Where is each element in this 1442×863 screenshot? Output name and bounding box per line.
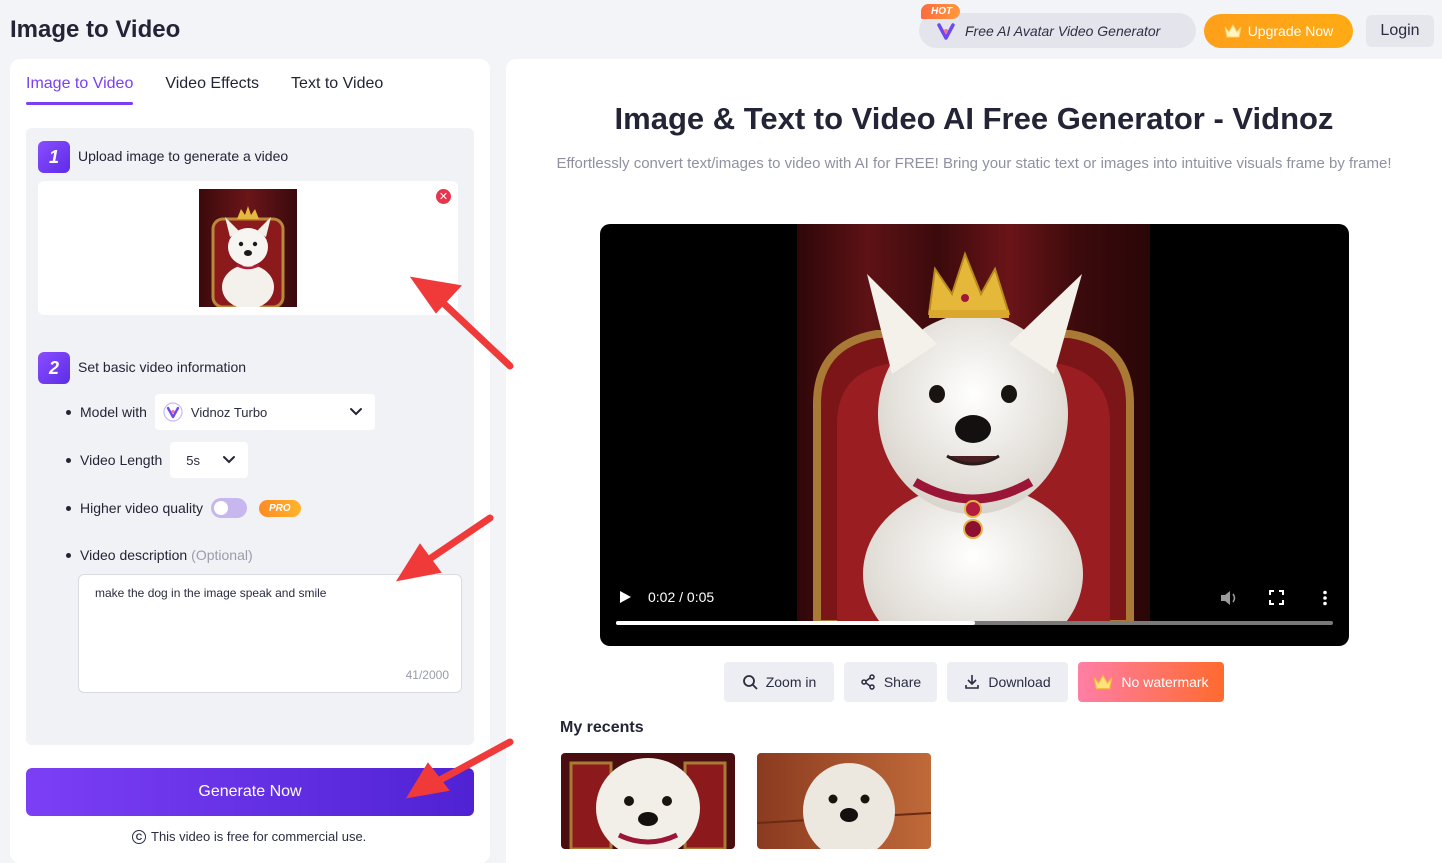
recent-video-thumbnail[interactable] xyxy=(561,753,735,849)
video-progress-fill xyxy=(616,621,975,625)
bullet xyxy=(66,505,71,511)
tab-image-to-video[interactable]: Image to Video xyxy=(26,75,134,105)
tab-video-effects[interactable]: Video Effects xyxy=(165,75,259,105)
no-watermark-label: No watermark xyxy=(1121,674,1209,690)
model-value: Vidnoz Turbo xyxy=(190,404,268,420)
bullet xyxy=(66,552,71,558)
higher-quality-toggle[interactable] xyxy=(210,498,247,518)
vidnoz-logo-icon xyxy=(936,20,956,41)
fullscreen-icon[interactable] xyxy=(1269,590,1284,605)
video-length-row: Video Length 5s xyxy=(66,442,249,478)
video-actions: Zoom in Share Download No watermark xyxy=(724,662,1224,702)
uploaded-image-thumbnail xyxy=(199,189,297,307)
tab-text-to-video[interactable]: Text to Video xyxy=(291,75,383,105)
video-time: 0:02 / 0:05 xyxy=(648,589,715,605)
more-options-icon[interactable] xyxy=(1320,590,1330,606)
share-icon xyxy=(861,674,875,690)
zoom-in-label: Zoom in xyxy=(765,674,817,690)
remove-image-icon[interactable]: ✕ xyxy=(436,189,451,204)
commercial-use-note: C This video is free for commercial use. xyxy=(132,829,366,844)
upload-area[interactable]: ✕ xyxy=(38,181,458,315)
mode-tabs: Image to Video Video Effects Text to Vid… xyxy=(26,75,383,105)
search-icon xyxy=(742,675,758,690)
crown-icon xyxy=(1224,24,1242,38)
volume-icon[interactable] xyxy=(1220,590,1238,606)
recent-video-thumbnail[interactable] xyxy=(757,753,931,849)
settings-box: 1 Upload image to generate a video ✕ 2 S… xyxy=(26,128,474,745)
step-1-label: Upload image to generate a video xyxy=(78,148,289,164)
share-label: Share xyxy=(883,674,922,690)
higher-quality-row: Higher video quality PRO xyxy=(66,498,301,518)
upgrade-now-label: Upgrade Now xyxy=(1247,23,1334,39)
page-title: Image & Text to Video AI Free Generator … xyxy=(614,101,1334,136)
hot-badge: HOT xyxy=(921,4,961,19)
video-length-label: Video Length xyxy=(80,452,163,468)
video-length-select[interactable]: 5s xyxy=(170,442,249,478)
description-row: Video description (Optional) xyxy=(66,547,253,563)
chevron-down-icon xyxy=(349,408,362,416)
generate-now-button[interactable]: Generate Now xyxy=(26,768,474,816)
video-length-value: 5s xyxy=(186,452,200,468)
play-icon[interactable] xyxy=(618,590,632,604)
download-button[interactable]: Download xyxy=(947,662,1068,702)
model-select[interactable]: Vidnoz Turbo xyxy=(154,394,375,430)
left-panel: Image to Video Video Effects Text to Vid… xyxy=(10,59,490,863)
step-1-number: 1 xyxy=(38,141,70,173)
toggle-knob xyxy=(213,501,228,515)
upgrade-now-button[interactable]: Upgrade Now xyxy=(1204,14,1353,48)
higher-quality-label: Higher video quality xyxy=(80,500,203,516)
vidnoz-model-icon xyxy=(163,402,183,422)
download-label: Download xyxy=(988,674,1051,690)
share-button[interactable]: Share xyxy=(844,662,937,702)
video-progress-bar[interactable] xyxy=(616,621,1333,625)
step-2-number: 2 xyxy=(38,352,70,384)
download-icon xyxy=(965,675,980,689)
crown-icon xyxy=(1093,674,1113,690)
bullet xyxy=(66,457,71,463)
zoom-in-button[interactable]: Zoom in xyxy=(724,662,834,702)
step-2-label: Set basic video information xyxy=(78,359,247,375)
video-frame xyxy=(797,224,1150,624)
app-title: Image to Video xyxy=(10,16,181,43)
description-label: Video description xyxy=(80,547,188,563)
model-row: Model with Vidnoz Turbo xyxy=(66,394,375,430)
copyright-icon: C xyxy=(132,829,146,844)
chevron-down-icon xyxy=(223,456,236,464)
description-text: make the dog in the image speak and smil… xyxy=(95,586,327,600)
avatar-generator-label: Free AI Avatar Video Generator xyxy=(965,22,1161,39)
description-textarea[interactable]: make the dog in the image speak and smil… xyxy=(78,574,462,693)
model-label: Model with xyxy=(80,404,147,420)
page-subtitle: Effortlessly convert text/images to vide… xyxy=(556,155,1392,172)
avatar-generator-link[interactable]: HOT Free AI Avatar Video Generator xyxy=(919,4,1196,48)
description-char-count: 41/2000 xyxy=(405,668,449,682)
commercial-use-text: This video is free for commercial use. xyxy=(151,829,367,844)
pro-badge: PRO xyxy=(258,499,301,517)
right-panel: Image & Text to Video AI Free Generator … xyxy=(506,59,1442,863)
login-button[interactable]: Login xyxy=(1366,15,1434,47)
recents-title: My recents xyxy=(560,719,644,736)
bullet xyxy=(66,409,71,415)
no-watermark-button[interactable]: No watermark xyxy=(1078,662,1224,702)
video-player[interactable]: 0:02 / 0:05 xyxy=(600,224,1349,646)
description-optional: (Optional) xyxy=(191,547,253,563)
